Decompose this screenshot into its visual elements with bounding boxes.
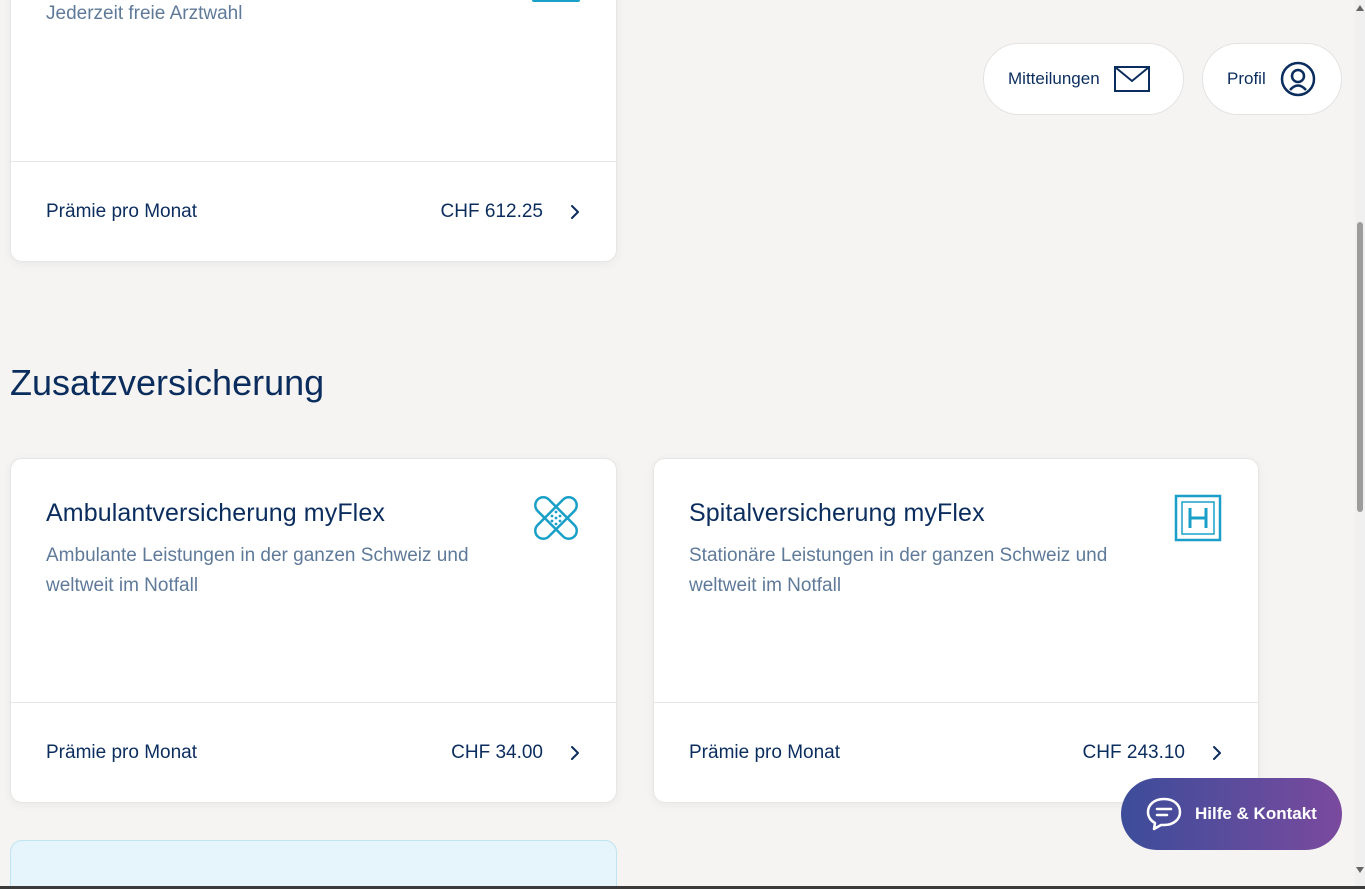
premium-row[interactable]: Prämie pro Monat CHF 612.25 [11,161,616,261]
premium-label: Prämie pro Monat [689,741,841,763]
scrollbar[interactable] [1355,0,1365,889]
card-description: Ambulante Leistungen in der ganzen Schwe… [46,545,469,596]
hospital-insurance-card: Spitalversicherung myFlex Stationäre Lei… [653,458,1259,803]
outpatient-insurance-card: Ambulantversicherung myFlex Ambulante Le… [10,458,617,803]
profile-button[interactable]: Profil [1202,43,1342,115]
premium-value: CHF 612.25 [440,200,543,222]
help-contact-button[interactable]: Hilfe & Kontakt [1121,778,1342,850]
messages-label: Mitteilungen [1008,69,1100,88]
scroll-thumb[interactable] [1357,222,1363,512]
premium-row[interactable]: Prämie pro Monat CHF 34.00 [11,702,616,802]
premium-value: CHF 243.10 [1082,741,1185,763]
chevron-right-icon [571,204,579,219]
basic-insurance-card: Jederzeit freie Arztwahl Prämie pro Mona… [10,0,617,262]
hospital-icon [1174,494,1222,542]
card-description: Jederzeit freie Arztwahl [46,3,243,24]
bandage-icon [534,496,578,540]
messages-button[interactable]: Mitteilungen [983,43,1184,115]
card-title: Spitalversicherung myFlex [689,499,985,527]
premium-value: CHF 34.00 [451,741,543,763]
chat-bubble-icon [1146,797,1182,831]
premium-label: Prämie pro Monat [46,741,198,763]
premium-label: Prämie pro Monat [46,200,198,222]
card-description: Stationäre Leistungen in der ganzen Schw… [689,545,1108,596]
profile-label: Profil [1227,69,1266,88]
chevron-right-icon [1213,745,1221,760]
envelope-icon [1113,66,1150,92]
section-title: Zusatzversicherung [10,362,325,403]
card-title: Ambulantversicherung myFlex [46,499,385,527]
card-icon-partial [532,0,580,2]
scroll-up-arrow[interactable] [1356,5,1364,11]
partial-card [10,840,617,889]
chevron-right-icon [571,745,579,760]
scroll-down-arrow[interactable] [1356,867,1364,873]
help-contact-label: Hilfe & Kontakt [1195,804,1317,823]
user-icon [1280,61,1315,97]
